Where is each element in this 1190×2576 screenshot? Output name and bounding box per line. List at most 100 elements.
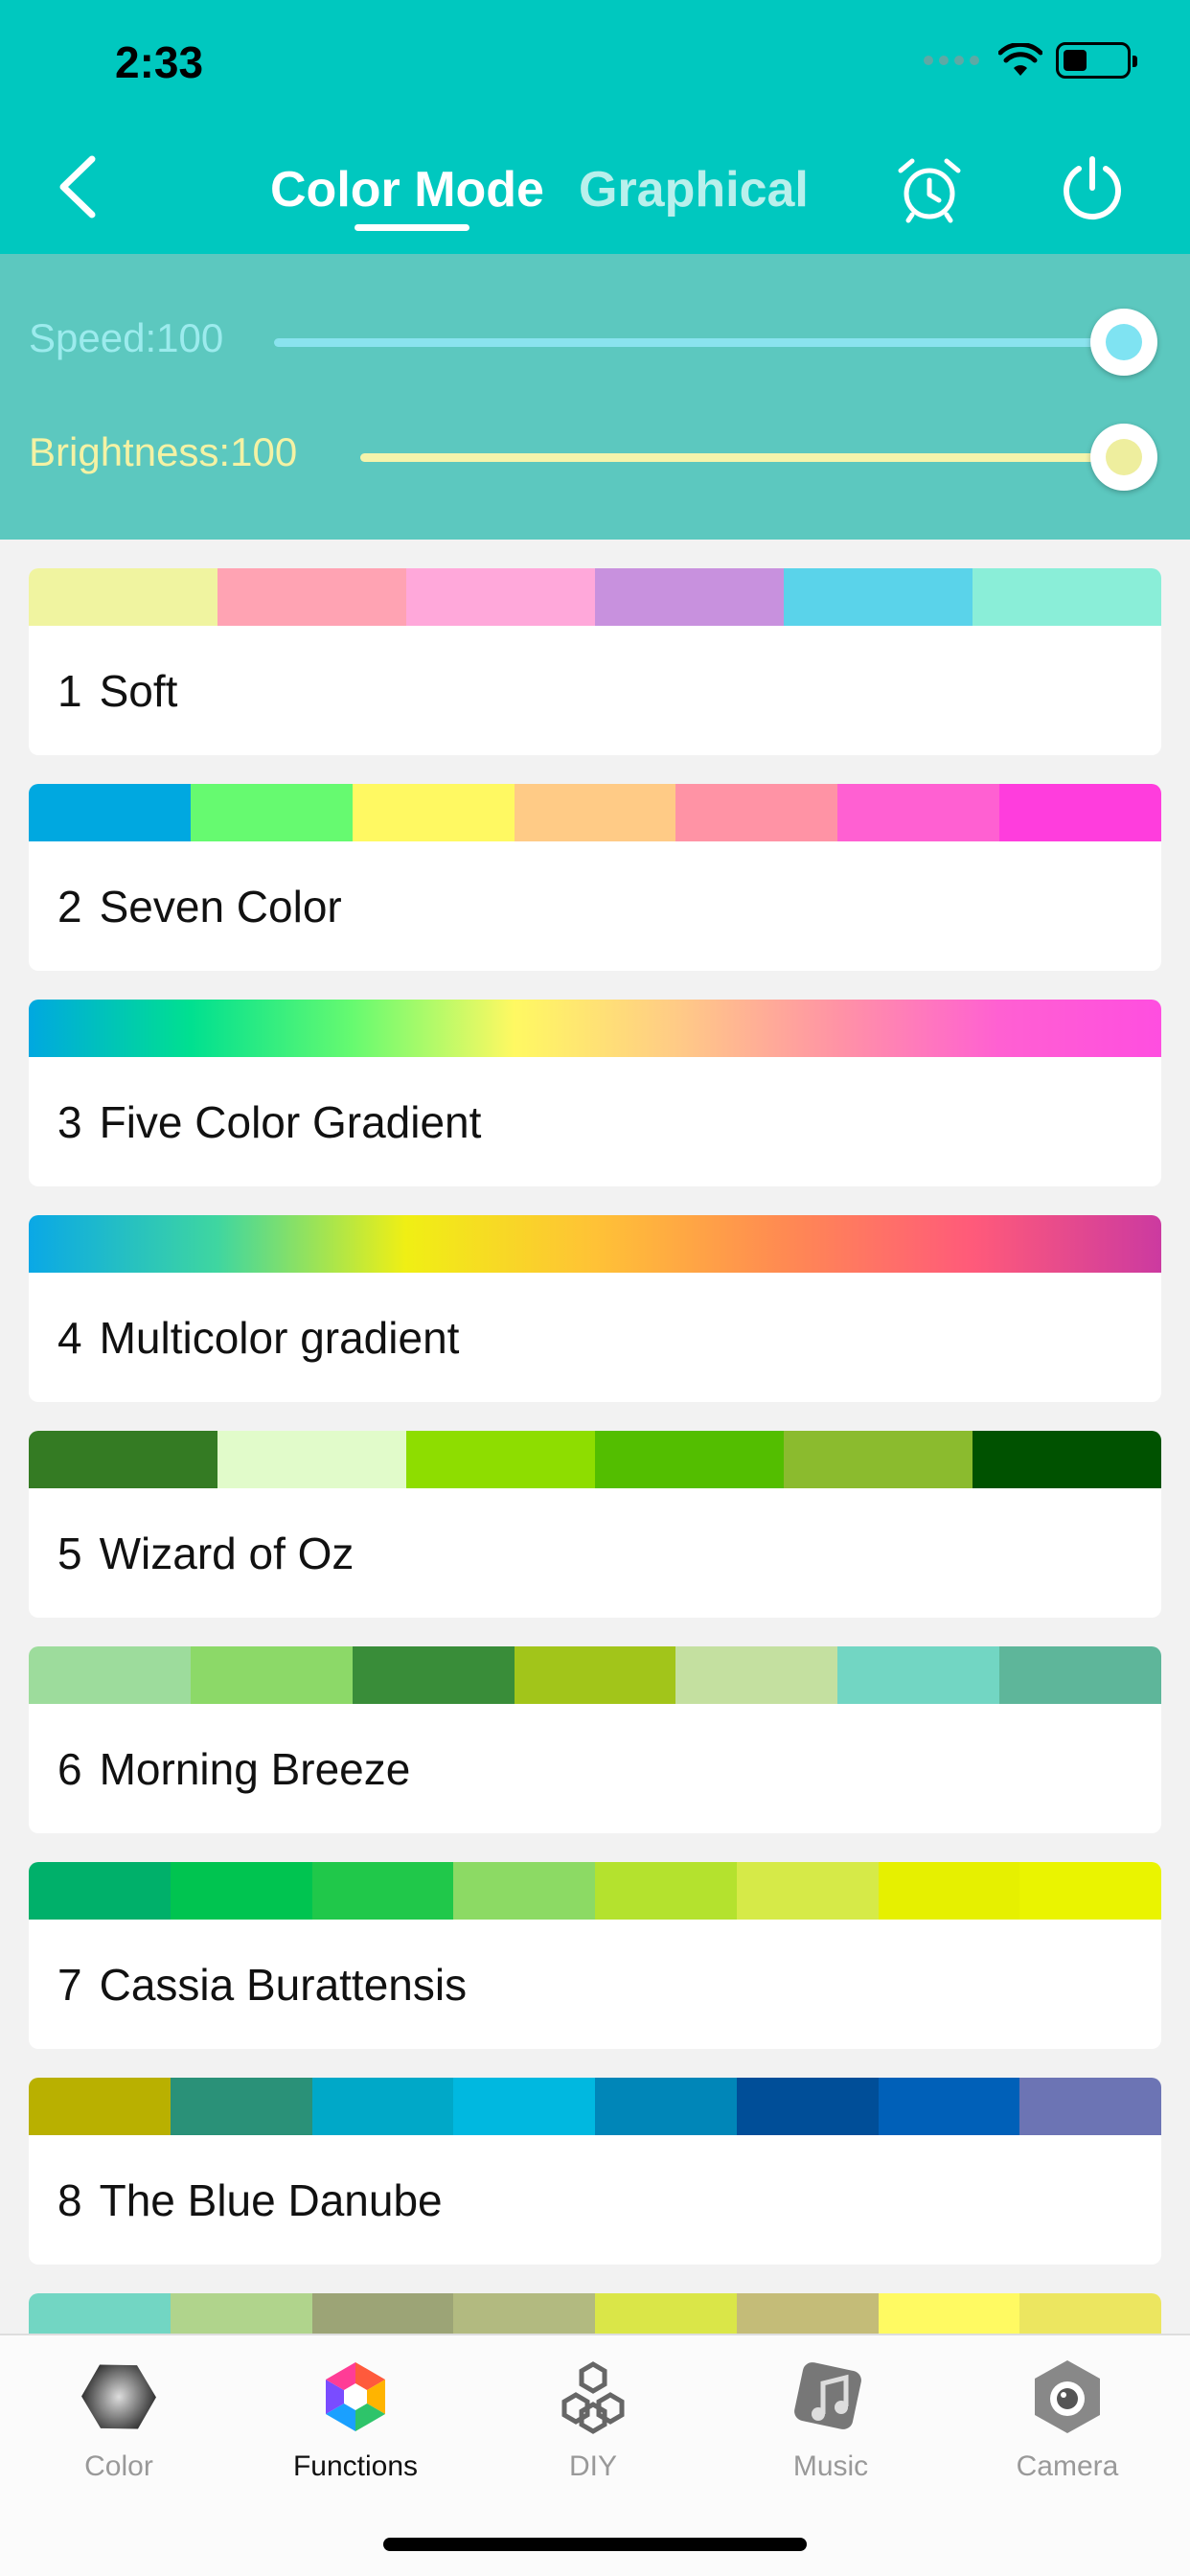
color-swatch xyxy=(29,784,191,841)
camera-icon xyxy=(1035,2360,1100,2433)
color-swatch xyxy=(999,784,1161,841)
mode-number: 5 xyxy=(57,1528,82,1578)
color-swatch xyxy=(311,2078,454,2135)
color-swatch xyxy=(453,2078,595,2135)
mode-number: 6 xyxy=(57,1743,82,1794)
mode-name: Multicolor gradient xyxy=(99,1312,460,1363)
tab-active-indicator xyxy=(355,224,469,231)
mode-color-strip xyxy=(29,1215,1161,1273)
back-arrow-icon[interactable] xyxy=(54,153,102,220)
mode-card[interactable]: 5 Wizard of Oz xyxy=(29,1431,1161,1618)
color-swatch xyxy=(217,1431,406,1488)
tab-color[interactable]: Color xyxy=(23,2357,215,2483)
color-swatch xyxy=(784,1431,973,1488)
color-swatch xyxy=(837,1646,1000,1704)
color-swatch xyxy=(595,1862,737,1920)
mode-number: 3 xyxy=(57,1096,82,1147)
color-swatch xyxy=(1019,2078,1161,2135)
tab-diy[interactable]: DIY xyxy=(497,2357,689,2483)
tab-label-functions: Functions xyxy=(292,2450,419,2482)
mode-color-strip xyxy=(29,2078,1161,2135)
speed-slider[interactable] xyxy=(274,338,1123,347)
mode-name: Seven Color xyxy=(99,881,342,932)
mode-number: 4 xyxy=(57,1312,82,1363)
mode-card[interactable]: 3 Five Color Gradient xyxy=(29,1000,1161,1186)
mode-card[interactable]: 2 Seven Color xyxy=(29,784,1161,971)
color-swatch xyxy=(406,1431,595,1488)
diy-hexagons-icon xyxy=(561,2361,625,2434)
tab-label-music: Music xyxy=(792,2450,869,2482)
tab-color-mode[interactable]: Color Mode xyxy=(270,161,544,218)
color-swatch xyxy=(514,784,676,841)
color-swatch xyxy=(352,784,515,841)
home-indicator xyxy=(383,2538,807,2551)
color-swatch xyxy=(29,1862,171,1920)
color-swatch xyxy=(453,1862,595,1920)
color-swatch xyxy=(837,784,1000,841)
mode-number: 7 xyxy=(57,1959,82,2010)
status-icons xyxy=(924,42,1137,79)
color-swatch xyxy=(1019,1862,1161,1920)
mode-label: 2 Seven Color xyxy=(29,841,1161,971)
color-swatch xyxy=(406,568,595,626)
mode-name: The Blue Danube xyxy=(99,2174,443,2225)
mode-card[interactable]: 6 Morning Breeze xyxy=(29,1646,1161,1833)
power-icon[interactable] xyxy=(1058,153,1127,222)
mode-name: Soft xyxy=(99,665,178,716)
color-swatch xyxy=(736,1862,879,1920)
mode-label: 7 Cassia Burattensis xyxy=(29,1920,1161,2049)
mode-list: 1 Soft 2 Seven Color 3 Five Color Gradient 4 Mu… xyxy=(29,568,1161,2509)
mode-number: 1 xyxy=(57,665,82,716)
speed-slider-thumb[interactable] xyxy=(1090,309,1157,376)
mode-label: 1 Soft xyxy=(29,626,1161,755)
color-swatch xyxy=(973,568,1161,626)
brightness-slider-thumb[interactable] xyxy=(1090,424,1157,491)
tab-music[interactable]: Music xyxy=(735,2357,927,2483)
mode-label: 8 The Blue Danube xyxy=(29,2135,1161,2265)
color-swatch xyxy=(784,568,973,626)
color-swatch xyxy=(675,784,838,841)
mode-color-strip xyxy=(29,1646,1161,1704)
hexagon-color-icon xyxy=(81,2364,156,2429)
mode-color-strip xyxy=(29,568,1161,626)
mode-name: Cassia Burattensis xyxy=(99,1959,468,2010)
color-swatch xyxy=(595,568,784,626)
color-swatch xyxy=(878,2078,1020,2135)
slider-panel: Speed:100 Brightness:100 xyxy=(0,254,1190,540)
color-swatch xyxy=(170,2078,312,2135)
mode-card[interactable]: 8 The Blue Danube xyxy=(29,2078,1161,2265)
tab-functions[interactable]: Functions xyxy=(260,2357,451,2483)
header: 2:33 Color Mode Graphical xyxy=(0,0,1190,254)
mode-color-strip xyxy=(29,1000,1161,1057)
mode-card[interactable]: 1 Soft xyxy=(29,568,1161,755)
color-swatch xyxy=(170,1862,312,1920)
mode-color-strip xyxy=(29,784,1161,841)
mode-name: Morning Breeze xyxy=(99,1743,411,1794)
color-swatch xyxy=(973,1431,1161,1488)
color-swatch xyxy=(514,1646,676,1704)
color-swatch xyxy=(736,2078,879,2135)
status-time: 2:33 xyxy=(115,37,204,87)
tab-camera[interactable]: Camera xyxy=(972,2357,1163,2483)
mode-label: 6 Morning Breeze xyxy=(29,1704,1161,1833)
mode-card[interactable]: 4 Multicolor gradient xyxy=(29,1215,1161,1402)
color-swatch xyxy=(311,1862,454,1920)
color-swatch xyxy=(675,1646,838,1704)
color-swatch xyxy=(217,568,406,626)
mode-number: 8 xyxy=(57,2174,82,2225)
tab-graphical[interactable]: Graphical xyxy=(579,161,809,218)
mode-name: Wizard of Oz xyxy=(99,1528,355,1578)
color-swatch xyxy=(595,2078,737,2135)
brightness-slider[interactable] xyxy=(360,453,1123,462)
mode-number: 2 xyxy=(57,881,82,932)
music-note-icon xyxy=(794,2362,861,2429)
alarm-clock-icon[interactable] xyxy=(895,155,964,224)
mode-card[interactable]: 7 Cassia Burattensis xyxy=(29,1862,1161,2049)
color-swatch xyxy=(878,1862,1020,1920)
color-swatch xyxy=(29,2078,171,2135)
color-swatch xyxy=(29,568,217,626)
color-swatch xyxy=(595,1431,784,1488)
functions-hexagon-icon xyxy=(326,2362,385,2431)
wifi-icon xyxy=(998,43,1042,76)
color-swatch xyxy=(190,1646,353,1704)
